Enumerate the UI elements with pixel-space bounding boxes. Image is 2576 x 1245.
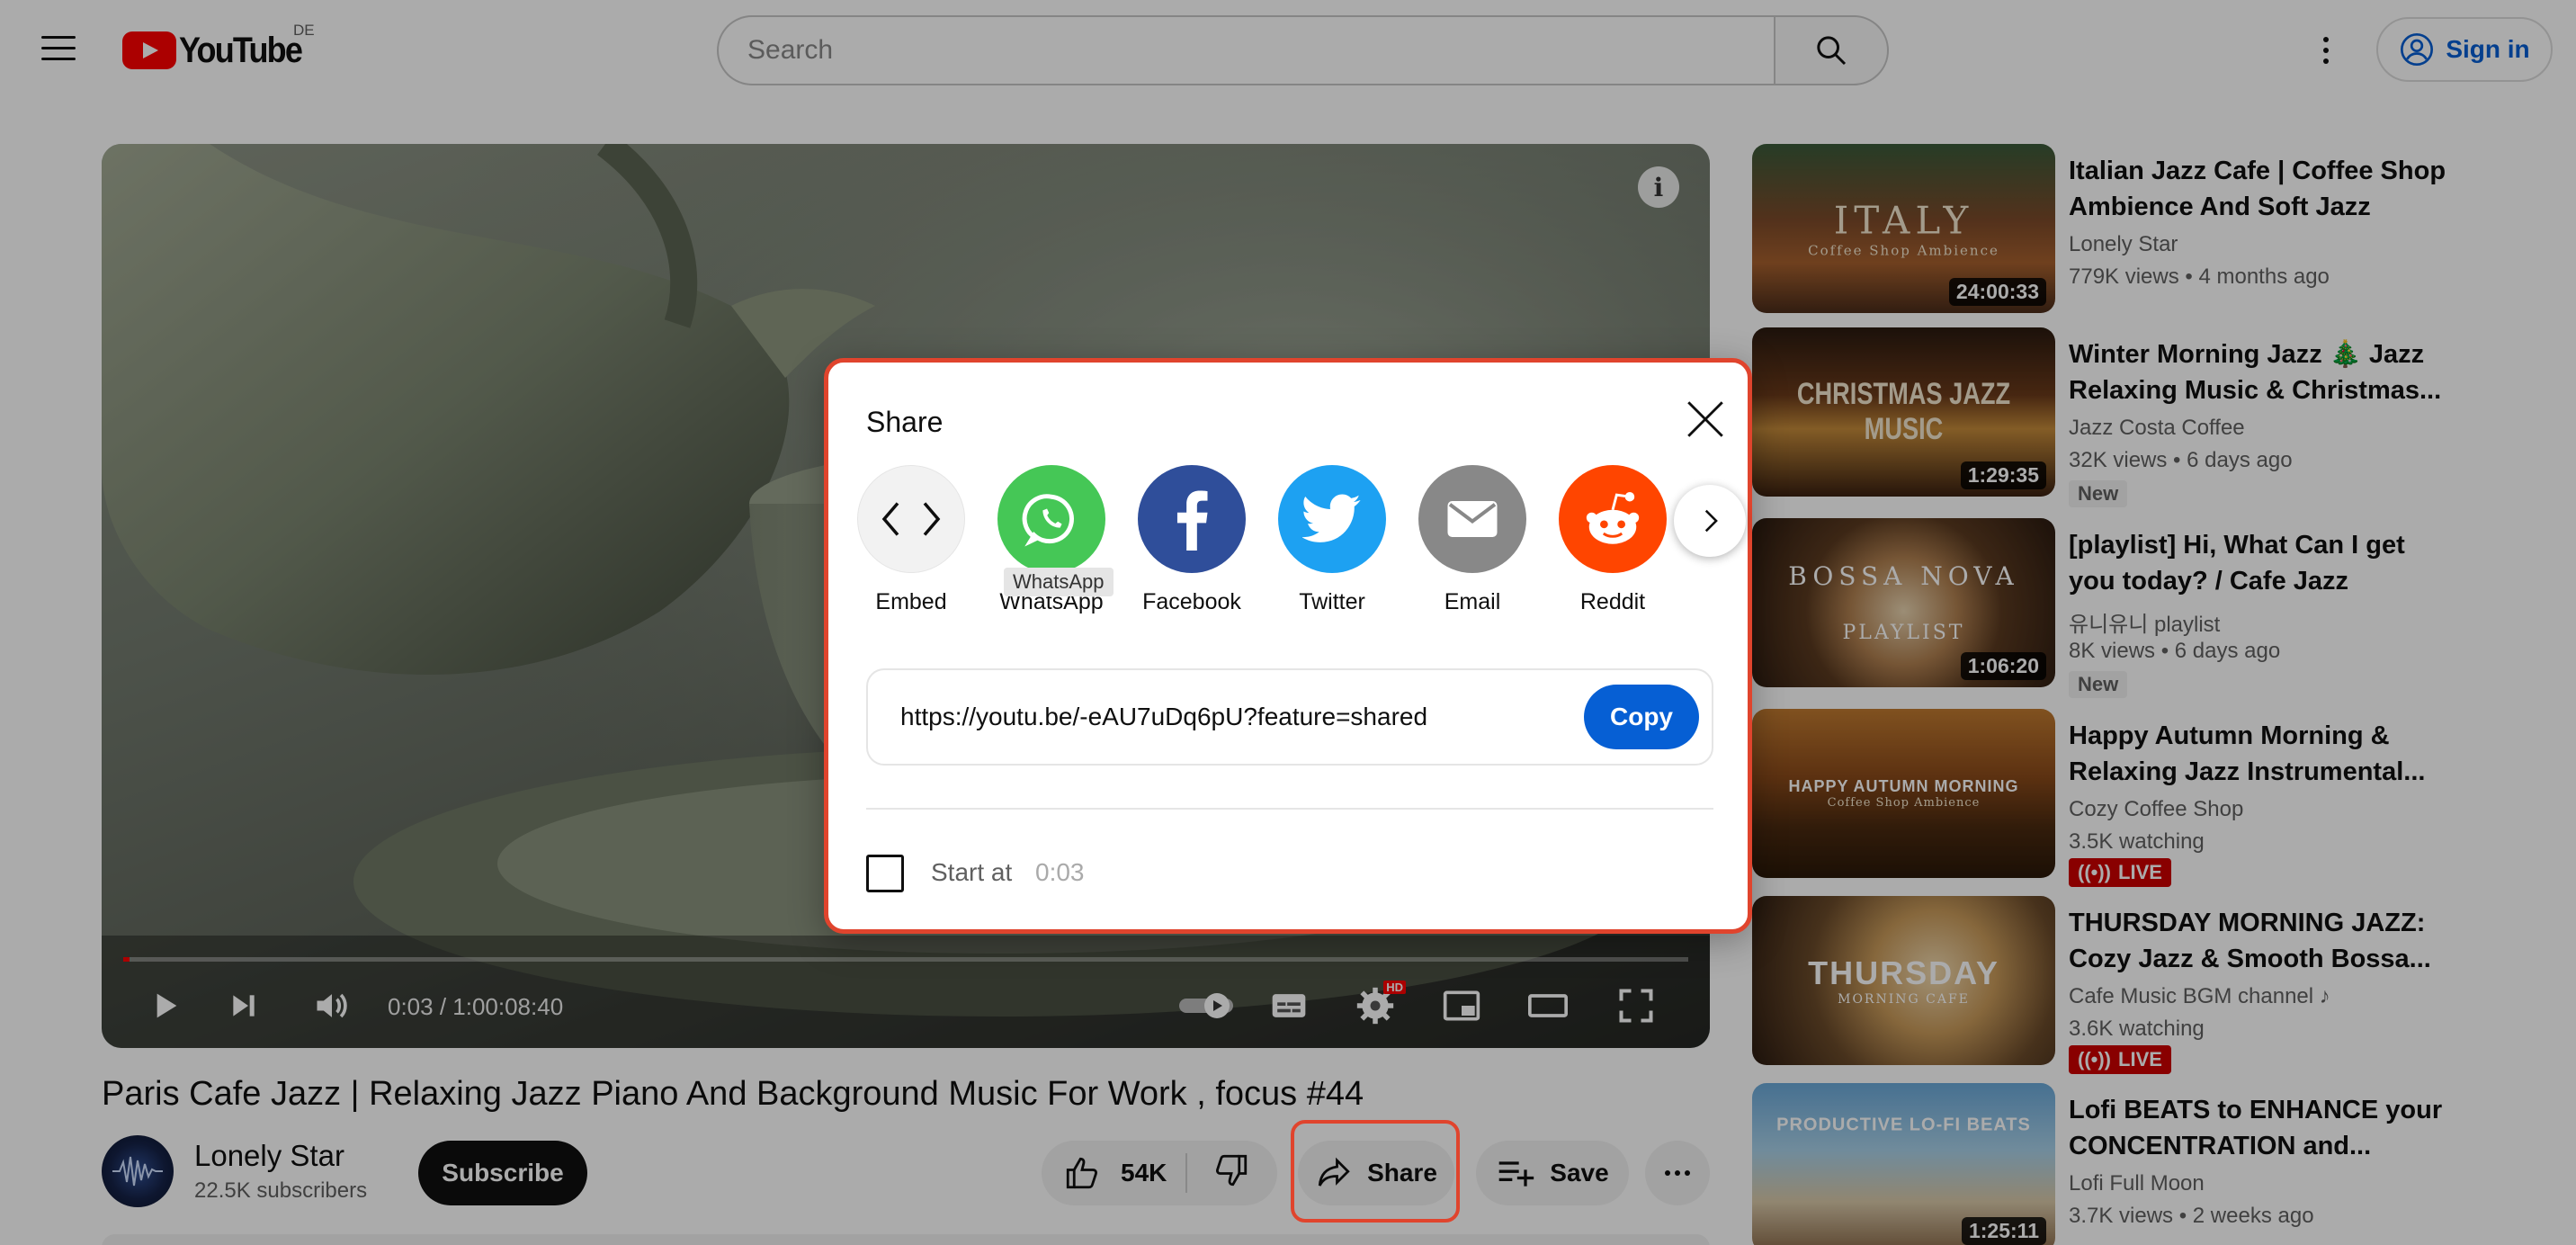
share-option-facebook[interactable]: Facebook [1138, 465, 1246, 615]
share-option-label: Embed [875, 589, 947, 614]
whatsapp-tooltip: WhatsApp [1004, 568, 1114, 596]
dialog-title: Share [866, 406, 944, 438]
dialog-divider [866, 808, 1713, 810]
share-option-twitter[interactable]: Twitter [1278, 465, 1386, 615]
share-url-field[interactable]: https://youtu.be/-eAU7uDq6pU?feature=sha… [866, 668, 1713, 766]
close-icon[interactable] [1683, 397, 1728, 442]
share-option-label: Reddit [1579, 589, 1646, 614]
share-option-embed[interactable]: Embed [857, 465, 965, 615]
reddit-icon [1559, 465, 1667, 573]
share-dialog: Share Embed WhatsApp Facebook Twitter Em… [824, 358, 1752, 934]
start-at-label: Start at [931, 858, 1013, 886]
scroll-right-button[interactable] [1674, 485, 1746, 557]
start-at-time[interactable]: 0:03 [1035, 858, 1085, 887]
share-option-label: Twitter [1299, 589, 1365, 614]
share-option-label: Facebook [1142, 589, 1241, 614]
whatsapp-icon [997, 465, 1105, 573]
start-at-checkbox[interactable] [866, 855, 904, 892]
copy-button[interactable]: Copy [1584, 685, 1699, 749]
facebook-icon [1138, 465, 1246, 573]
twitter-icon [1278, 465, 1386, 573]
share-option-email[interactable]: Email [1418, 465, 1526, 615]
share-button-highlight [1291, 1120, 1460, 1223]
share-url[interactable]: https://youtu.be/-eAU7uDq6pU?feature=sha… [900, 703, 1427, 731]
share-option-reddit[interactable]: Reddit [1559, 465, 1667, 615]
embed-icon [857, 465, 965, 573]
share-option-label: Email [1444, 589, 1501, 614]
chevron-right-icon [1704, 509, 1718, 533]
email-icon [1418, 465, 1526, 573]
